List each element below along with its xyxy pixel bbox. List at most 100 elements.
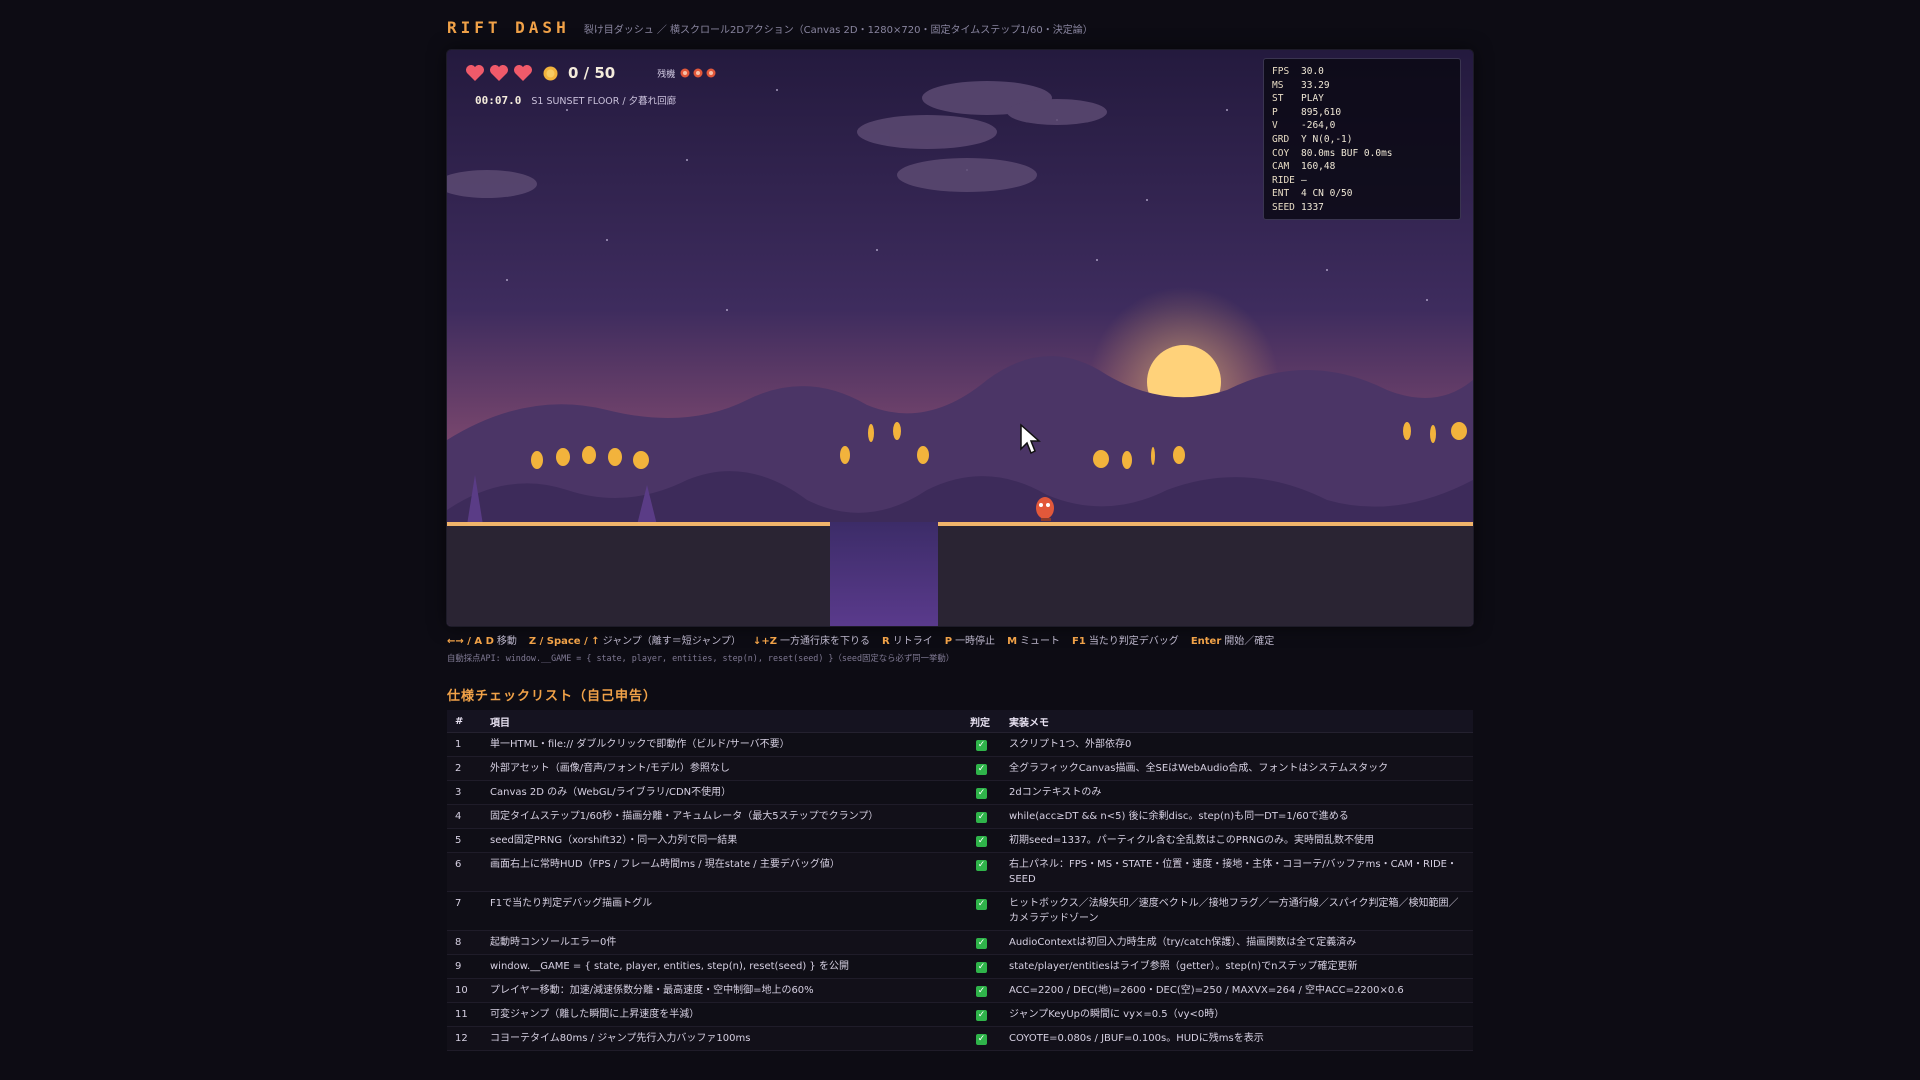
row-number: 6 (447, 852, 482, 892)
check-icon: ✓ (976, 860, 987, 871)
row-status: ✓ (962, 756, 1001, 781)
debug-row: V -264,0 (1272, 119, 1452, 133)
table-row: 4 固定タイムステップ1/60秒・描画分離・アキュムレータ（最大5ステップでクラン… (447, 804, 1473, 829)
control-label: ミュート (1020, 636, 1061, 647)
pit (830, 522, 938, 626)
control-hint: ←→ / A D 移動 (447, 632, 517, 647)
debug-value: -264,0 (1301, 120, 1336, 132)
game-subtitle: 裂け目ダッシュ ／ 横スクロール2Dアクション（Canvas 2D・1280×7… (583, 25, 1093, 36)
row-item: 可変ジャンプ（離した瞬間に上昇速度を半減） (482, 1002, 962, 1027)
table-row: 3 Canvas 2D のみ（WebGL/ライブラリ/CDN不使用） ✓ 2dコンテキ… (447, 780, 1473, 805)
row-number: 11 (447, 1002, 482, 1027)
row-status: ✓ (962, 978, 1001, 1003)
debug-key: SEED (1272, 201, 1295, 213)
row-number: 2 (447, 756, 482, 781)
check-icon: ✓ (976, 788, 987, 799)
row-item: 外部アセット（画像/音声/フォント/モデル）参照なし (482, 756, 962, 781)
ground-right (938, 524, 1473, 626)
debug-value: 1337 (1301, 201, 1324, 213)
debug-row: ENT 4 CN 0/50 (1272, 187, 1452, 201)
debug-value: Y N(0,-1) (1301, 133, 1353, 145)
lives-indicator: 残機 (657, 67, 716, 80)
debug-row: CAM 160,48 (1272, 160, 1452, 174)
row-item: 固定タイムステップ1/60秒・描画分離・アキュムレータ（最大5ステップでクランプ… (482, 804, 962, 829)
checklist-table: # 項目 判定 実装メモ 1 単一HTML・file:// ダブルクリックで即動作… (447, 710, 1473, 1051)
controls-help: ←→ / A D 移動 Z / Space / ↑ ジャンプ（離す＝短ジャンプ） ↓+Z… (447, 632, 1274, 647)
row-item: 画面右上に常時HUD（FPS / フレーム時間ms / 現在state / 主要… (482, 852, 962, 892)
table-row: 10 プレイヤー移動：加速/減速係数分離・最高速度・空中制御=地上の60% ✓ ACC… (447, 978, 1473, 1003)
debug-key: RIDE (1272, 174, 1295, 186)
control-key: Z / Space / ↑ (528, 636, 600, 647)
life-icon (693, 68, 703, 78)
debug-key: P (1272, 106, 1278, 118)
table-row: 7 F1で当たり判定デバッグ描画トグル ✓ ヒットボックス／法線矢印／速度ベクトル／接… (447, 891, 1473, 931)
row-item: プレイヤー移動：加速/減速係数分離・最高速度・空中制御=地上の60% (482, 978, 962, 1003)
row-status: ✓ (962, 954, 1001, 979)
checklist-title: 仕様チェックリスト（自己申告） (447, 689, 658, 704)
control-key: P (944, 636, 953, 647)
debug-key: MS (1272, 79, 1284, 91)
debug-key: GRD (1272, 133, 1290, 145)
row-memo: 全グラフィックCanvas描画、全SEはWebAudio合成、フォントはシステム… (1001, 756, 1473, 781)
hud-top: 0 / 50 残機 (465, 64, 716, 82)
coin-counter: 0 / 50 (568, 64, 616, 82)
debug-value: 160,48 (1301, 161, 1336, 173)
row-item: 単一HTML・file:// ダブルクリックで即動作（ビルド/サーバ不要） (482, 732, 962, 757)
debug-value: PLAY (1301, 93, 1324, 105)
control-label: 移動 (496, 636, 517, 647)
control-hint: F1 当たり判定デバッグ (1072, 632, 1179, 647)
row-item: window.__GAME = { state, player, entitie… (482, 954, 962, 979)
row-memo: 2dコンテキストのみ (1001, 780, 1473, 805)
column-header: 判定 (962, 710, 1001, 733)
row-status: ✓ (962, 891, 1001, 931)
table-row: 6 画面右上に常時HUD（FPS / フレーム時間ms / 現在state / 主… (447, 852, 1473, 892)
control-key: Enter (1190, 636, 1222, 647)
check-icon: ✓ (976, 1010, 987, 1021)
stage-name: S1 SUNSET FLOOR / 夕暮れ回廊 (531, 96, 677, 107)
heart-icon (490, 65, 508, 81)
row-number: 12 (447, 1026, 482, 1051)
row-number: 10 (447, 978, 482, 1003)
table-row: 2 外部アセット（画像/音声/フォント/モデル）参照なし ✓ 全グラフィックCanva… (447, 756, 1473, 781)
debug-row: COY 80.0ms BUF 0.0ms (1272, 147, 1452, 161)
control-key: ↓+Z (753, 636, 778, 647)
control-hint: P 一時停止 (945, 632, 995, 647)
row-memo: ACC=2200 / DEC(地)=2600・DEC(空)=250 / MAXV… (1001, 978, 1473, 1003)
control-hint: ↓+Z 一方通行床を下りる (753, 632, 870, 647)
debug-key: V (1272, 120, 1278, 132)
row-number: 8 (447, 930, 482, 955)
control-hint: M ミュート (1007, 632, 1060, 647)
control-key: ←→ / A D (447, 636, 494, 647)
debug-value: 80.0ms BUF 0.0ms (1301, 147, 1393, 159)
debug-row: GRD Y N(0,-1) (1272, 133, 1452, 147)
game-canvas[interactable]: 0 / 50 残機 00:07.0 S1 SUNSET FLOOR / 夕暮れ回… (447, 50, 1473, 626)
row-number: 4 (447, 804, 482, 829)
row-item: コヨーテタイム80ms / ジャンプ先行入力バッファ100ms (482, 1026, 962, 1051)
control-hint: Z / Space / ↑ ジャンプ（離す＝短ジャンプ） (529, 632, 741, 647)
mouse-cursor-icon (1020, 423, 1041, 455)
control-label: 一時停止 (955, 636, 996, 647)
coin-icon (543, 66, 558, 80)
row-memo: 右上パネル：FPS・MS・STATE・位置・速度・接地・主体・コヨーテ/バッファ… (1001, 852, 1473, 892)
debug-key: CAM (1272, 161, 1290, 173)
debug-panel: FPS 30.0 MS 33.29 ST PLAY P 895,610 V -264,0 GRD Y … (1263, 58, 1461, 220)
control-hint: Enter 開始／確定 (1191, 632, 1274, 647)
debug-value: 895,610 (1301, 106, 1342, 118)
control-label: ジャンプ（離す＝短ジャンプ） (602, 636, 741, 647)
lives-label: 残機 (657, 69, 676, 80)
row-memo: 初期seed=1337。パーティクル含む全乱数はこのPRNGのみ。実時間乱数不使… (1001, 828, 1473, 853)
control-key: F1 (1072, 636, 1086, 647)
check-icon: ✓ (976, 962, 987, 973)
row-item: seed固定PRNG（xorshift32）・同一入力列で同一結果 (482, 828, 962, 853)
row-number: 3 (447, 780, 482, 805)
heart-icon (466, 65, 484, 81)
debug-value: 4 CN 0/50 (1301, 188, 1353, 200)
row-item: Canvas 2D のみ（WebGL/ライブラリ/CDN不使用） (482, 780, 962, 805)
row-status: ✓ (962, 1026, 1001, 1051)
game-logo: RIFT DASH (447, 18, 570, 37)
check-icon: ✓ (976, 740, 987, 751)
life-icon (680, 68, 690, 78)
debug-row: MS 33.29 (1272, 79, 1452, 93)
table-row: 8 起動時コンソールエラー0件 ✓ AudioContextは初回入力時生成（try/… (447, 930, 1473, 955)
debug-key: FPS (1272, 66, 1290, 77)
